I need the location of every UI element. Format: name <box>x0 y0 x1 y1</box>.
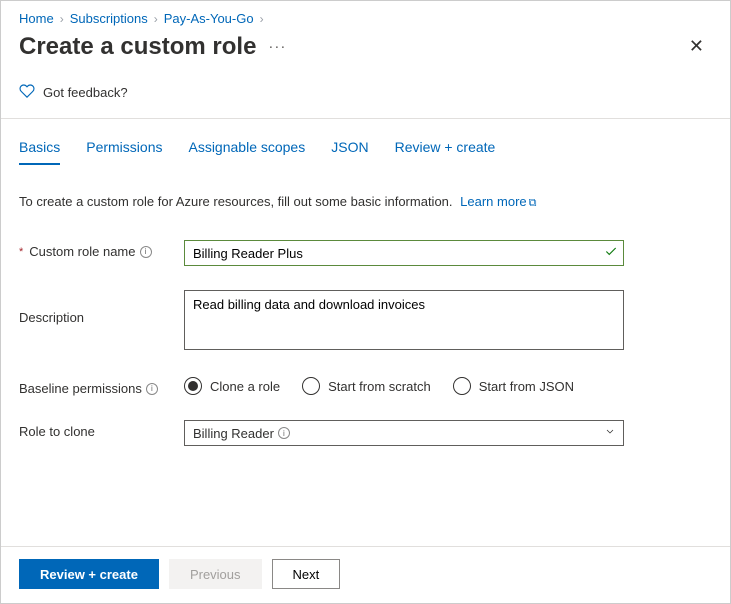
role-to-clone-label: Role to clone <box>19 424 95 439</box>
radio-start-json[interactable]: Start from JSON <box>453 377 574 395</box>
chevron-right-icon: › <box>154 12 158 26</box>
name-label: Custom role name <box>29 244 135 259</box>
radio-clone-role[interactable]: Clone a role <box>184 377 280 395</box>
description-input[interactable] <box>184 290 624 350</box>
role-to-clone-select[interactable]: Billing Reader i <box>184 420 624 446</box>
custom-role-name-input[interactable] <box>184 240 624 266</box>
breadcrumb-payg[interactable]: Pay-As-You-Go <box>164 11 254 26</box>
tab-permissions[interactable]: Permissions <box>86 139 162 165</box>
tabs: Basics Permissions Assignable scopes JSO… <box>1 119 730 166</box>
radio-start-scratch[interactable]: Start from scratch <box>302 377 431 395</box>
chevron-right-icon: › <box>260 12 264 26</box>
more-actions-icon[interactable]: ··· <box>268 38 286 55</box>
radio-icon <box>302 377 320 395</box>
heart-icon <box>19 83 35 102</box>
info-icon[interactable]: i <box>278 427 290 439</box>
external-link-icon: ⧉ <box>529 197 537 209</box>
feedback-link[interactable]: Got feedback? <box>1 73 730 119</box>
check-icon <box>604 245 618 262</box>
close-icon[interactable]: ✕ <box>681 32 712 61</box>
tab-review-create[interactable]: Review + create <box>395 139 496 165</box>
description-label: Description <box>19 310 84 325</box>
tab-basics[interactable]: Basics <box>19 139 60 165</box>
review-create-button[interactable]: Review + create <box>19 559 159 589</box>
breadcrumb: Home › Subscriptions › Pay-As-You-Go › <box>1 1 730 26</box>
required-indicator: * <box>19 246 23 258</box>
next-button[interactable]: Next <box>272 559 341 589</box>
tab-json[interactable]: JSON <box>331 139 368 165</box>
radio-icon <box>453 377 471 395</box>
info-icon[interactable]: i <box>140 246 152 258</box>
radio-icon <box>184 377 202 395</box>
feedback-label: Got feedback? <box>43 85 128 100</box>
info-icon[interactable]: i <box>146 383 158 395</box>
breadcrumb-subscriptions[interactable]: Subscriptions <box>70 11 148 26</box>
baseline-radio-group: Clone a role Start from scratch Start fr… <box>184 377 624 395</box>
previous-button: Previous <box>169 559 262 589</box>
baseline-label: Baseline permissions <box>19 381 142 396</box>
intro-text: To create a custom role for Azure resour… <box>19 194 453 209</box>
tab-assignable-scopes[interactable]: Assignable scopes <box>188 139 305 165</box>
footer: Review + create Previous Next <box>1 546 730 603</box>
learn-more-link[interactable]: Learn more⧉ <box>460 194 536 209</box>
page-title: Create a custom role <box>19 33 256 61</box>
breadcrumb-home[interactable]: Home <box>19 11 54 26</box>
chevron-right-icon: › <box>60 12 64 26</box>
